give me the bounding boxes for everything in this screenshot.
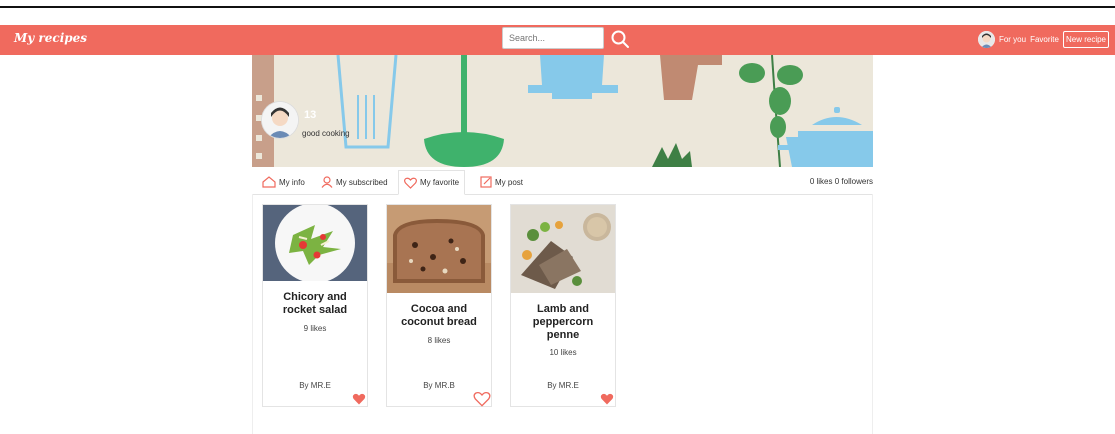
profile-avatar[interactable] (262, 102, 298, 138)
brand-logo[interactable]: My recipes (14, 31, 87, 45)
heart-outline-icon (404, 177, 417, 189)
kitchen-illustration (252, 55, 873, 167)
heart-filled-icon[interactable] (600, 393, 614, 405)
avatar-icon (262, 102, 298, 138)
recipe-author: By MR.E (547, 381, 579, 390)
top-divider (0, 6, 1115, 8)
heart-outline-icon[interactable] (473, 391, 491, 407)
tab-label: My subscribed (336, 177, 388, 187)
profile-name: 13 (304, 109, 317, 121)
tab-label: My info (279, 177, 305, 187)
avatar-icon (977, 30, 995, 48)
recipe-image (263, 205, 367, 281)
profile-tabs: My info My subscribed My favorite My pos… (252, 170, 873, 195)
recipe-likes: 10 likes (549, 348, 577, 357)
tab-my-subscribed[interactable]: My subscribed (321, 170, 388, 194)
edit-icon (480, 176, 492, 188)
tab-label: My post (495, 177, 524, 187)
search-icon (611, 30, 629, 48)
heart-filled-icon[interactable] (352, 393, 366, 405)
nav-favorite[interactable]: Favorite (1030, 35, 1059, 44)
profile-banner: 13 good cooking (252, 55, 873, 167)
nav-for-you[interactable]: For you (999, 35, 1026, 44)
recipe-image (387, 205, 491, 293)
recipe-title[interactable]: Chicory and rocket salad (269, 291, 361, 317)
recipe-author: By MR.B (423, 381, 455, 390)
tab-label: My favorite (420, 178, 460, 187)
search-input[interactable] (502, 27, 604, 49)
recipe-author: By MR.E (299, 381, 331, 390)
user-icon (321, 176, 333, 188)
top-navbar: My recipes For you Favorite New recipe (0, 25, 1115, 55)
home-icon (262, 176, 276, 188)
recipe-title[interactable]: Cocoa and coconut bread (393, 303, 485, 329)
recipe-likes: 9 likes (303, 324, 327, 333)
tab-my-favorite[interactable]: My favorite (398, 170, 466, 195)
recipe-title[interactable]: Lamb and peppercorn penne (517, 303, 609, 342)
recipe-likes: 8 likes (427, 336, 451, 345)
recipe-card[interactable]: Chicory and rocket salad 9 likes By MR.E (262, 204, 368, 407)
recipe-card[interactable]: Cocoa and coconut bread 8 likes By MR.B (386, 204, 492, 407)
recipe-image (511, 205, 615, 293)
tab-my-info[interactable]: My info (262, 170, 305, 194)
tab-my-post[interactable]: My post (480, 170, 523, 194)
followers-count: 0 followers (834, 177, 873, 186)
profile-bio: good cooking (302, 129, 350, 138)
user-avatar[interactable] (977, 30, 995, 48)
new-recipe-button[interactable]: New recipe (1062, 30, 1109, 48)
profile-stats: 0 likes 0 followers (810, 177, 873, 186)
nav-right: For you Favorite New recipe (977, 27, 1109, 51)
recipe-card[interactable]: Lamb and peppercorn penne 10 likes By MR… (510, 204, 616, 407)
favorites-grid: Chicory and rocket salad 9 likes By MR.E… (252, 194, 873, 434)
likes-count: 0 likes (809, 177, 833, 186)
search-button[interactable] (610, 29, 630, 49)
